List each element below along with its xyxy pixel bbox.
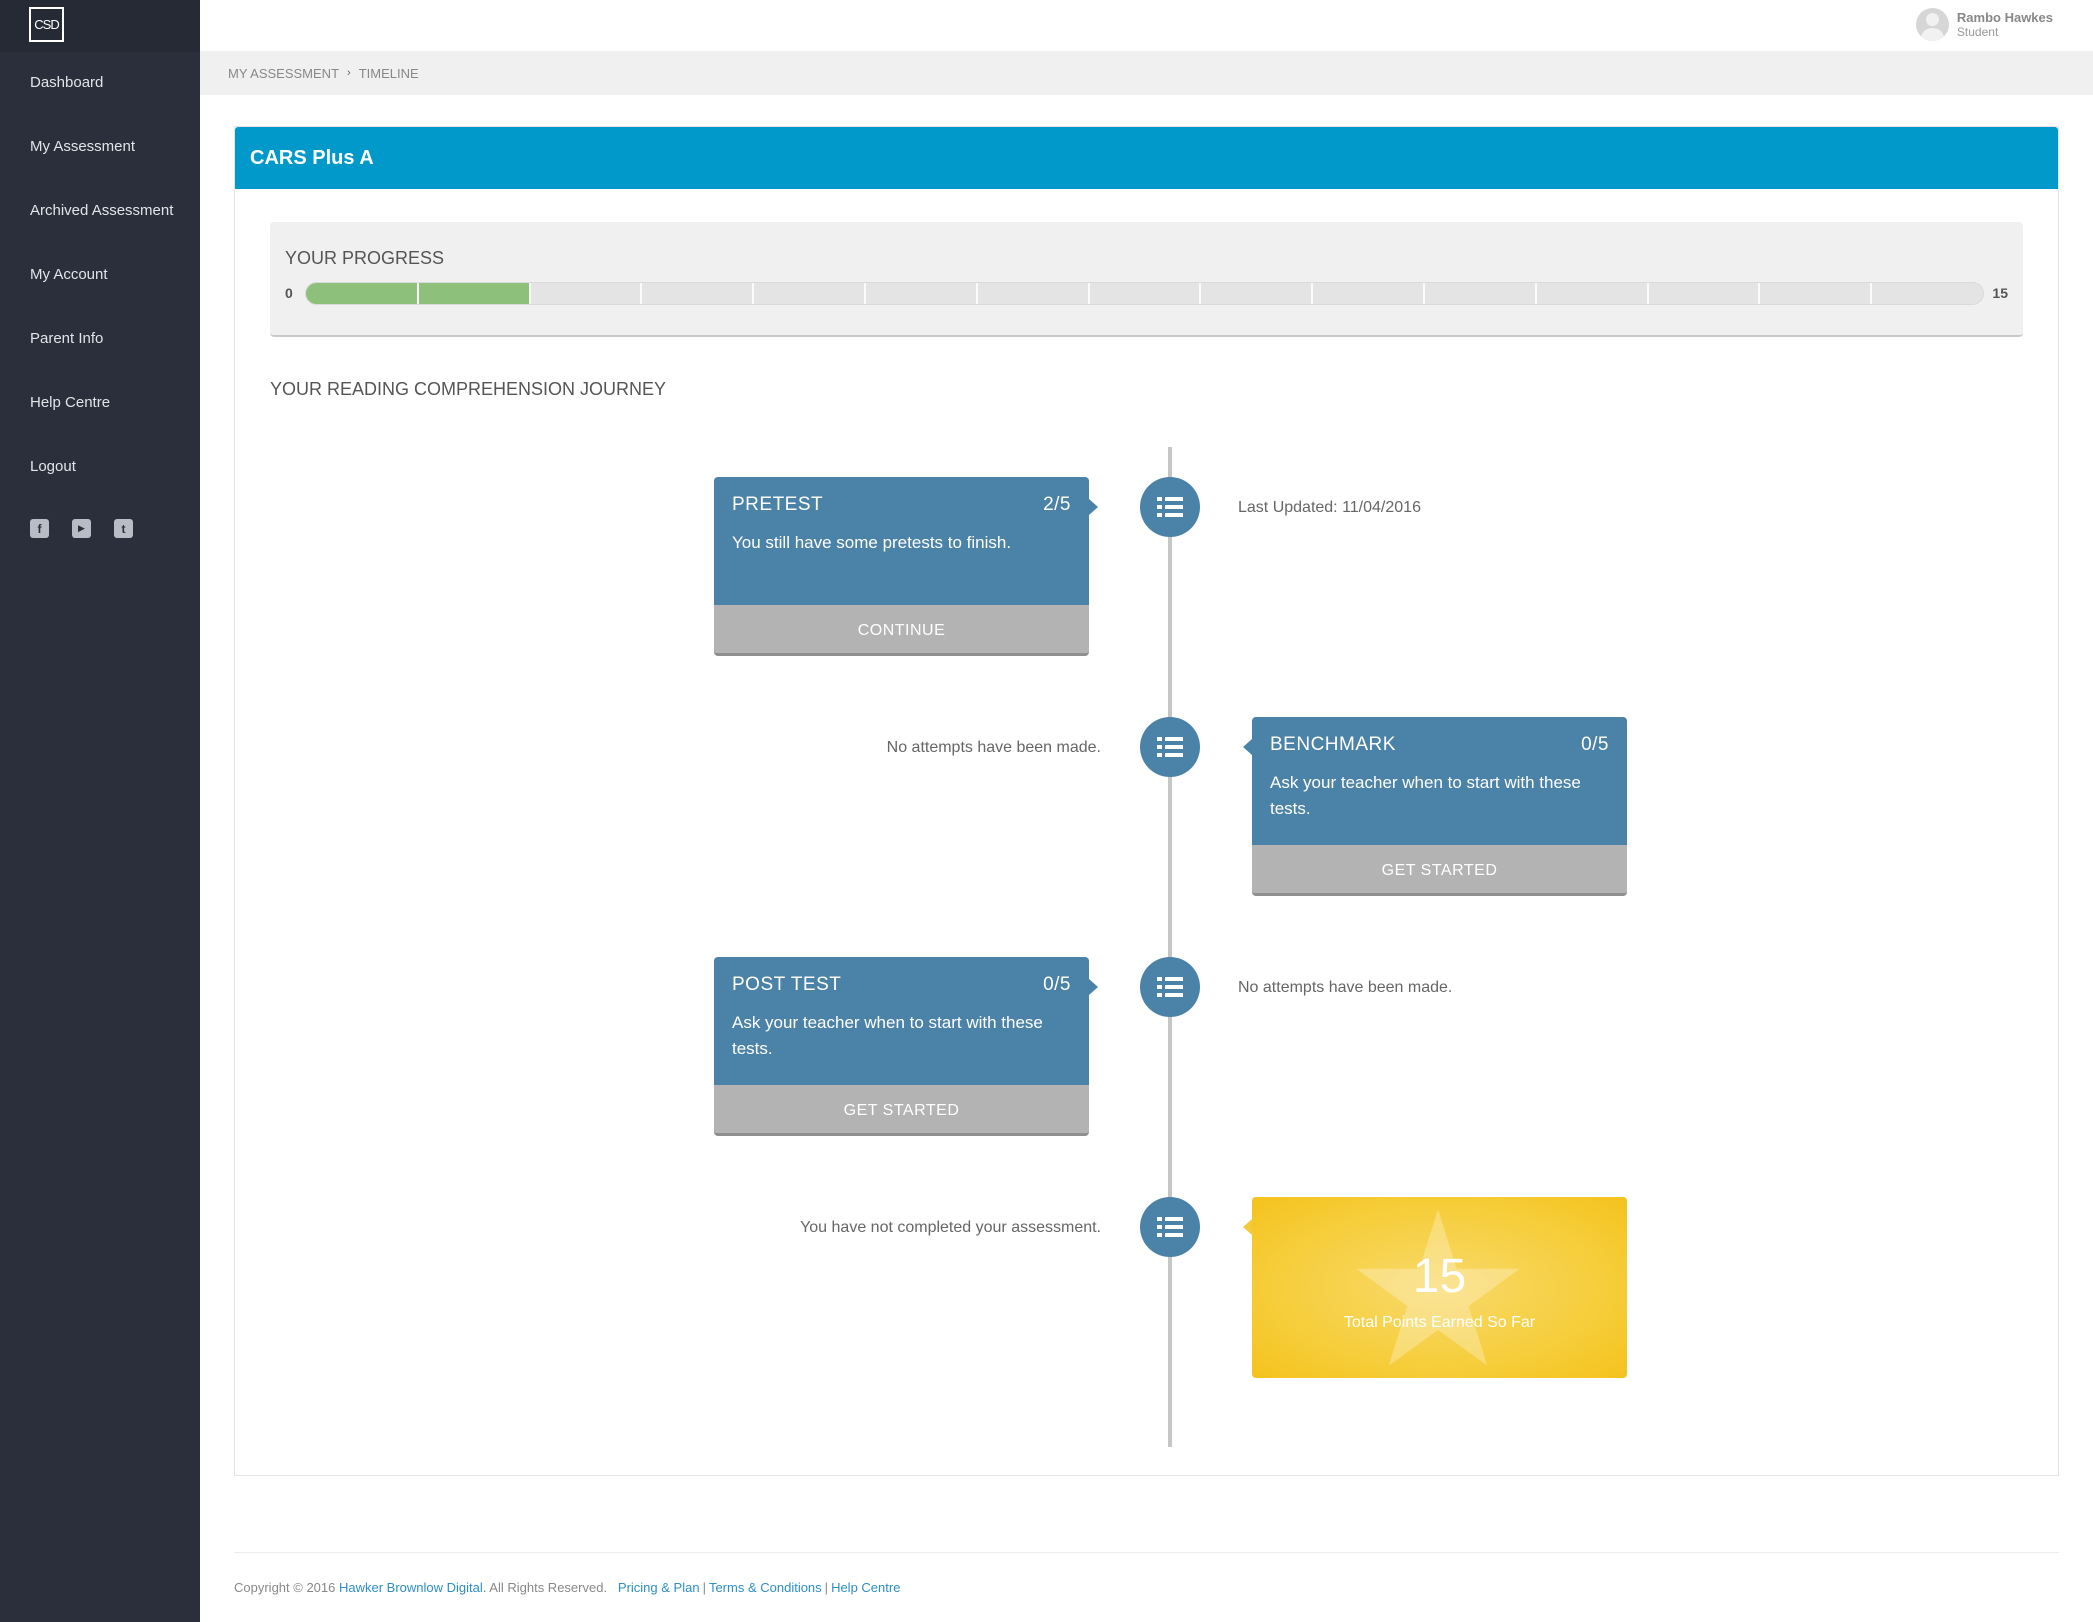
progress-segment-divider: [1758, 283, 1761, 304]
progress-segment-divider: [1422, 283, 1425, 304]
breadcrumb-my-assessment[interactable]: MY ASSESSMENT: [228, 66, 339, 81]
sidebar-item-dashboard[interactable]: Dashboard: [30, 74, 103, 91]
post-test-card-body: POST TEST 0/5 Ask your teacher when to s…: [714, 957, 1098, 1085]
footer: Copyright © 2016 Hawker Brownlow Digital…: [234, 1580, 900, 1595]
breadcrumb-timeline: TIMELINE: [358, 65, 419, 81]
sidebar-item-my-account[interactable]: My Account: [30, 266, 108, 283]
sidebar-item-parent-info[interactable]: Parent Info: [30, 330, 103, 347]
progress-segment-divider: [1870, 283, 1873, 304]
sidebar-item-archived-assessment[interactable]: Archived Assessment: [30, 202, 173, 219]
youtube-icon[interactable]: ▶: [72, 519, 91, 538]
post-test-score: 0/5: [1043, 974, 1071, 995]
timeline-line: [1168, 447, 1172, 1447]
journey-title: YOUR READING COMPREHENSION JOURNEY: [270, 379, 667, 399]
progress-segment-divider: [863, 283, 866, 304]
progress-segment-divider: [1087, 283, 1090, 304]
social-links: f ▶ t: [30, 519, 133, 538]
assessment-status-note: You have not completed your assessment.: [800, 1219, 1101, 1236]
terms-link[interactable]: Terms & Conditions: [709, 1580, 822, 1595]
points-card: 15 Total Points Earned So Far: [1243, 1197, 1627, 1378]
continue-button[interactable]: CONTINUE: [714, 605, 1089, 656]
progress-max: 15: [1992, 285, 2008, 301]
user-info: Rambo Hawkes Student: [1957, 10, 2053, 39]
twitter-icon[interactable]: t: [114, 519, 133, 538]
list-icon: [1157, 977, 1183, 997]
progress-bar: [305, 282, 1984, 305]
post-test-card: POST TEST 0/5 Ask your teacher when to s…: [714, 957, 1098, 1136]
pretest-title: PRETEST: [732, 494, 824, 515]
pretest-last-updated: Last Updated: 11/04/2016: [1238, 499, 1421, 516]
benchmark-card: BENCHMARK 0/5 Ask your teacher when to s…: [1243, 717, 1627, 896]
benchmark-title: BENCHMARK: [1270, 734, 1396, 755]
progress-segment-divider: [1646, 283, 1649, 304]
progress-min: 0: [285, 285, 293, 301]
rights-text: All Rights Reserved.: [489, 1580, 608, 1595]
topbar: Rambo Hawkes Student: [200, 0, 2093, 51]
user-role: Student: [1956, 25, 1999, 39]
chevron-right-icon: ›: [347, 67, 351, 79]
benchmark-card-header: BENCHMARK 0/5: [1270, 734, 1609, 756]
progress-box: YOUR PROGRESS 0 15: [270, 222, 2023, 337]
pretest-text: You still have some pretests to finish.: [732, 533, 1012, 552]
points-total: 15: [1412, 1250, 1467, 1303]
progress-segment-divider: [416, 283, 419, 304]
sidebar: CSD Dashboard My Assessment Archived Ass…: [0, 0, 200, 1622]
progress-title: YOUR PROGRESS: [285, 248, 445, 268]
post-test-card-header: POST TEST 0/5: [732, 974, 1071, 996]
pretest-card-header: PRETEST 2/5: [732, 494, 1071, 516]
help-centre-link[interactable]: Help Centre: [831, 1580, 900, 1595]
benchmark-note: No attempts have been made.: [886, 739, 1101, 756]
pretest-card-body: PRETEST 2/5 You still have some pretests…: [714, 477, 1098, 605]
company-link[interactable]: Hawker Brownlow Digital.: [339, 1580, 486, 1595]
sidebar-item-logout[interactable]: Logout: [30, 458, 76, 475]
list-icon: [1157, 497, 1183, 517]
post-test-text: Ask your teacher when to start with thes…: [732, 1013, 1043, 1058]
list-icon: [1157, 737, 1183, 757]
post-test-title: POST TEST: [732, 974, 842, 995]
logo[interactable]: CSD: [29, 7, 64, 42]
list-icon: [1157, 1217, 1183, 1237]
timeline-node-post-test: [1140, 957, 1200, 1017]
user-name: Rambo Hawkes: [1956, 10, 2053, 25]
pricing-link[interactable]: Pricing & Plan: [618, 1580, 700, 1595]
assessment-panel: CARS Plus A YOUR PROGRESS 0 15 YOUR READ…: [234, 126, 2059, 1476]
panel-title: CARS Plus A: [235, 127, 2058, 189]
footer-divider: [234, 1552, 2059, 1553]
sidebar-item-help-centre[interactable]: Help Centre: [30, 394, 110, 411]
progress-segment-divider: [1199, 283, 1202, 304]
progress-segment-divider: [975, 283, 978, 304]
post-test-note: No attempts have been made.: [1238, 979, 1453, 996]
benchmark-score: 0/5: [1581, 734, 1609, 755]
facebook-icon[interactable]: f: [30, 519, 49, 538]
benchmark-card-body: BENCHMARK 0/5 Ask your teacher when to s…: [1243, 717, 1627, 845]
points-label: Total Points Earned So Far: [1343, 1314, 1536, 1331]
progress-segment-divider: [640, 283, 643, 304]
timeline-node-final: [1140, 1197, 1200, 1257]
progress-segment-divider: [1534, 283, 1537, 304]
timeline-node-benchmark: [1140, 717, 1200, 777]
post-test-get-started-button[interactable]: GET STARTED: [714, 1085, 1089, 1136]
footer-separator: |: [824, 1580, 829, 1595]
benchmark-get-started-button[interactable]: GET STARTED: [1252, 845, 1627, 896]
progress-segment-divider: [752, 283, 755, 304]
footer-separator: |: [702, 1580, 706, 1595]
pretest-card: PRETEST 2/5 You still have some pretests…: [714, 477, 1098, 656]
progress-segment-divider: [1311, 283, 1314, 304]
progress-segment-divider: [528, 283, 531, 304]
logo-bar: CSD: [0, 0, 200, 52]
timeline-node-pretest: [1140, 477, 1200, 537]
pretest-score: 2/5: [1043, 494, 1071, 515]
copyright-text: Copyright © 2016: [234, 1580, 336, 1595]
sidebar-item-my-assessment[interactable]: My Assessment: [30, 138, 135, 155]
breadcrumb: MY ASSESSMENT › TIMELINE: [200, 51, 2093, 95]
user-menu[interactable]: Rambo Hawkes Student: [1915, 8, 2053, 41]
avatar: [1915, 8, 1949, 41]
benchmark-text: Ask your teacher when to start with thes…: [1270, 773, 1581, 818]
